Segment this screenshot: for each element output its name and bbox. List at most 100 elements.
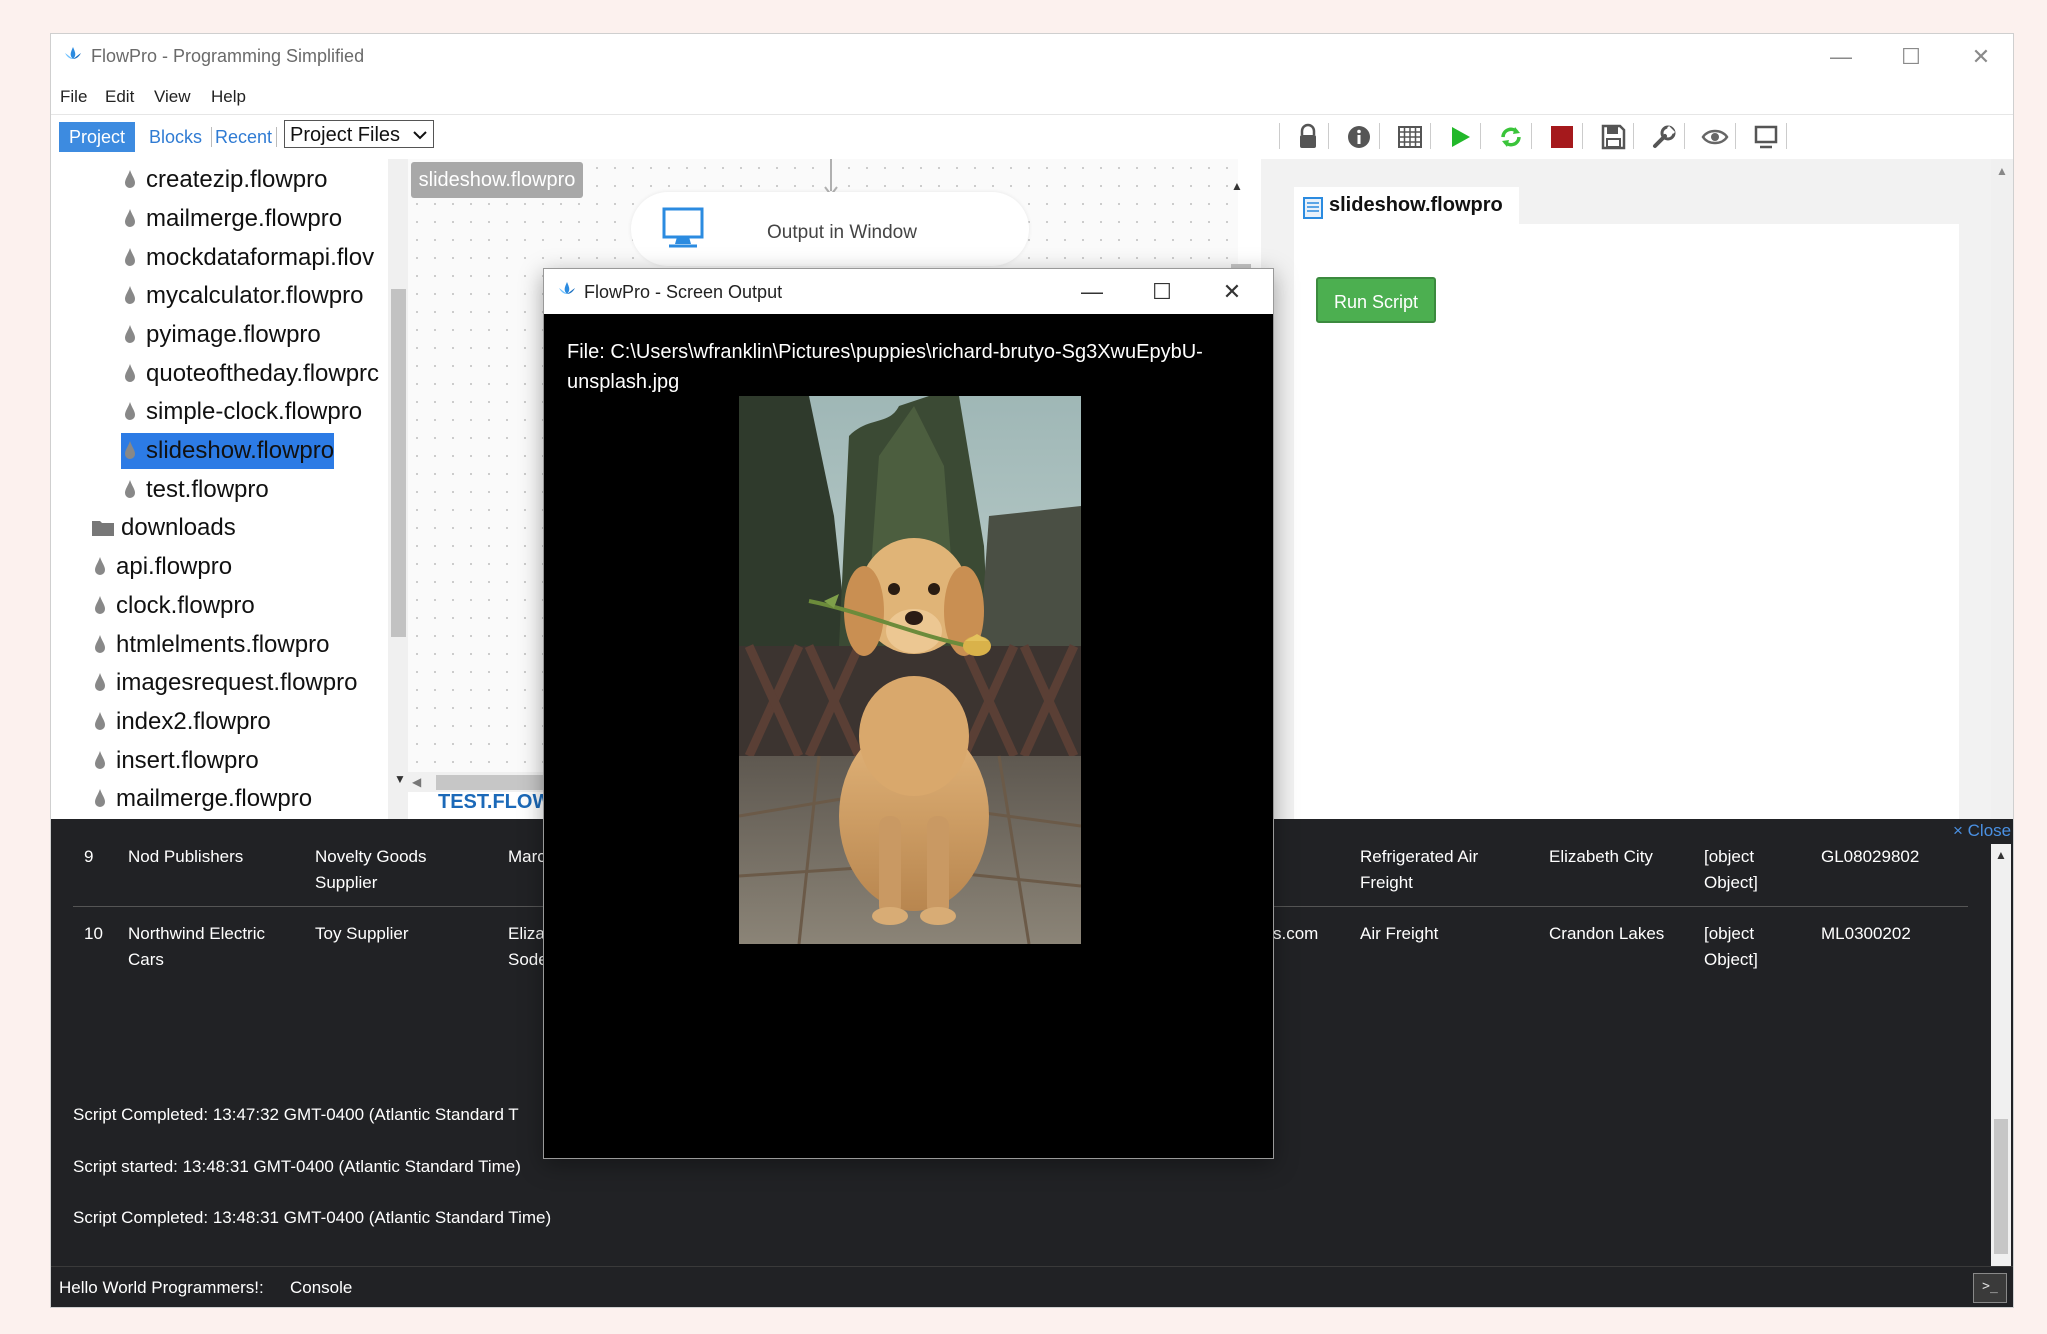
- file-tree: createzip.flowpro mailmerge.flowpro mock…: [51, 159, 408, 819]
- flowpro-file-icon: [95, 596, 105, 614]
- menu-view[interactable]: View: [154, 87, 191, 107]
- tree-item-label: mailmerge.flowpro: [146, 205, 343, 232]
- tree-item-file[interactable]: clock.flowpro: [93, 588, 255, 624]
- screen-output-window: FlowPro - Screen Output — ☐ ✕ File: C:\U…: [543, 268, 1274, 1159]
- flowpro-file-icon: [95, 751, 105, 769]
- monitor-icon[interactable]: [1752, 123, 1780, 151]
- lock-icon[interactable]: [1294, 123, 1322, 151]
- tools-icon[interactable]: [1650, 123, 1678, 151]
- tree-item-label: mockdataformapi.flov: [146, 244, 375, 271]
- console-close-link[interactable]: × Close: [1953, 821, 2011, 841]
- menu-help[interactable]: Help: [211, 87, 246, 107]
- cell-code: GL08029802: [1821, 847, 1920, 866]
- tree-item-file[interactable]: imagesrequest.flowpro: [93, 665, 357, 701]
- tree-item-file[interactable]: mailmerge.flowpro: [123, 201, 342, 237]
- tab-recent[interactable]: Recent: [215, 127, 272, 148]
- toolbar-separator: [1531, 123, 1532, 149]
- refresh-icon[interactable]: [1497, 123, 1525, 151]
- tree-item-file[interactable]: index2.flowpro: [93, 704, 271, 740]
- toolbar-separator: [1582, 123, 1583, 149]
- tree-item-label: createzip.flowpro: [146, 166, 328, 193]
- flowpro-file-icon: [125, 402, 135, 420]
- cell-type: Novelty Goods: [315, 847, 427, 866]
- play-icon[interactable]: [1446, 123, 1474, 151]
- tree-item-label: htmlelments.flowpro: [116, 631, 330, 658]
- close-button[interactable]: ✕: [1961, 40, 2001, 74]
- tree-scroll-down-icon[interactable]: ▼: [394, 772, 406, 786]
- tree-scroll-thumb[interactable]: [391, 289, 406, 637]
- file-path-line: unsplash.jpg: [567, 371, 680, 393]
- minimize-button[interactable]: —: [1821, 40, 1861, 74]
- tree-item-folder[interactable]: downloads: [91, 510, 236, 546]
- toolbar-separator: [1735, 123, 1736, 149]
- terminal-icon[interactable]: >_: [1973, 1273, 2007, 1303]
- status-greeting: Hello World Programmers!:: [59, 1278, 264, 1297]
- tab-divider: [211, 127, 212, 147]
- popup-maximize-button[interactable]: ☐: [1142, 275, 1182, 309]
- tree-item-label: mycalculator.flowpro: [146, 282, 364, 309]
- run-script-button[interactable]: Run Script: [1316, 277, 1436, 323]
- tree-item-file[interactable]: api.flowpro: [93, 549, 232, 585]
- flowpro-file-icon: [125, 248, 135, 266]
- cell-object: Object]: [1704, 950, 1758, 969]
- scroll-left-arrow-icon[interactable]: ◀: [412, 775, 421, 789]
- toolbar-separator: [1279, 123, 1280, 149]
- tree-item-label: mailmerge.flowpro: [116, 785, 313, 812]
- popup-title: FlowPro - Screen Output: [584, 282, 783, 302]
- tree-item-file[interactable]: mycalculator.flowpro: [123, 278, 363, 314]
- tree-item-file[interactable]: simple-clock.flowpro: [123, 394, 362, 430]
- tree-item-label: insert.flowpro: [116, 747, 259, 774]
- cell-company: Nod Publishers: [128, 847, 244, 866]
- menu-file[interactable]: File: [60, 87, 87, 107]
- flowpro-file-icon: [125, 364, 135, 382]
- info-icon[interactable]: [1345, 123, 1373, 151]
- toolbar-separator: [1684, 123, 1685, 149]
- cell-shipping: Freight: [1360, 873, 1413, 892]
- toolbar-separator: [1430, 123, 1431, 149]
- tab-test-flow[interactable]: TEST.FLOWI: [438, 791, 557, 814]
- save-icon[interactable]: [1599, 123, 1627, 151]
- cell-type: Supplier: [315, 873, 378, 892]
- tree-item-label: index2.flowpro: [116, 708, 271, 735]
- console-scroll-thumb[interactable]: [1994, 1119, 2008, 1254]
- stop-icon[interactable]: [1548, 123, 1576, 151]
- tree-item-file[interactable]: insert.flowpro: [93, 743, 259, 779]
- folder-icon: [92, 521, 114, 536]
- tree-item-file[interactable]: test.flowpro: [123, 472, 269, 508]
- eye-icon[interactable]: [1701, 123, 1729, 151]
- right-panel-scrollbar[interactable]: ▲: [1991, 159, 2013, 819]
- flowpro-file-icon: [125, 170, 135, 188]
- tree-item-label: downloads: [121, 514, 236, 541]
- cell-shipping: Refrigerated Air: [1360, 847, 1479, 866]
- cell-company: Cars: [128, 950, 164, 969]
- menu-edit[interactable]: Edit: [105, 87, 134, 107]
- popup-close-button[interactable]: ✕: [1212, 275, 1252, 309]
- cell-shipping: Air Freight: [1360, 924, 1439, 943]
- tree-item-file[interactable]: createzip.flowpro: [123, 162, 327, 198]
- cell-email: s.com: [1273, 924, 1319, 943]
- cell-object: [object: [1704, 924, 1755, 943]
- canvas-scroll-up-icon[interactable]: ▲: [1231, 179, 1243, 193]
- output-in-window-node[interactable]: Output in Window: [631, 192, 1029, 266]
- tree-item-label: test.flowpro: [146, 476, 269, 503]
- scroll-up-arrow-icon[interactable]: ▲: [1995, 848, 2007, 862]
- tree-item-file[interactable]: mockdataformapi.flov: [123, 240, 374, 276]
- project-files-select[interactable]: Project Files: [284, 120, 434, 148]
- scroll-up-arrow-icon[interactable]: ▲: [1996, 164, 2008, 178]
- log-line: Script started: 13:48:31 GMT-0400 (Atlan…: [73, 1157, 521, 1176]
- monitor-icon: [662, 207, 704, 248]
- popup-minimize-button[interactable]: —: [1072, 275, 1112, 309]
- tree-item-file[interactable]: pyimage.flowpro: [123, 317, 321, 353]
- cell-type: Toy Supplier: [315, 924, 409, 943]
- tree-item-file[interactable]: htmlelments.flowpro: [93, 627, 329, 663]
- tree-item-file[interactable]: quoteoftheday.flowprc: [123, 356, 379, 392]
- canvas-tab[interactable]: slideshow.flowpro: [411, 162, 583, 198]
- project-files-select-value: Project Files: [290, 124, 401, 146]
- cell-contact: Eliza: [508, 924, 545, 943]
- tab-blocks[interactable]: Blocks: [149, 127, 202, 148]
- tab-project[interactable]: Project: [59, 122, 135, 152]
- tree-item-file[interactable]: mailmerge.flowpro: [93, 781, 312, 817]
- grid-icon[interactable]: [1396, 123, 1424, 151]
- tree-item-file-selected[interactable]: slideshow.flowpro: [121, 433, 335, 469]
- maximize-button[interactable]: ☐: [1891, 40, 1931, 74]
